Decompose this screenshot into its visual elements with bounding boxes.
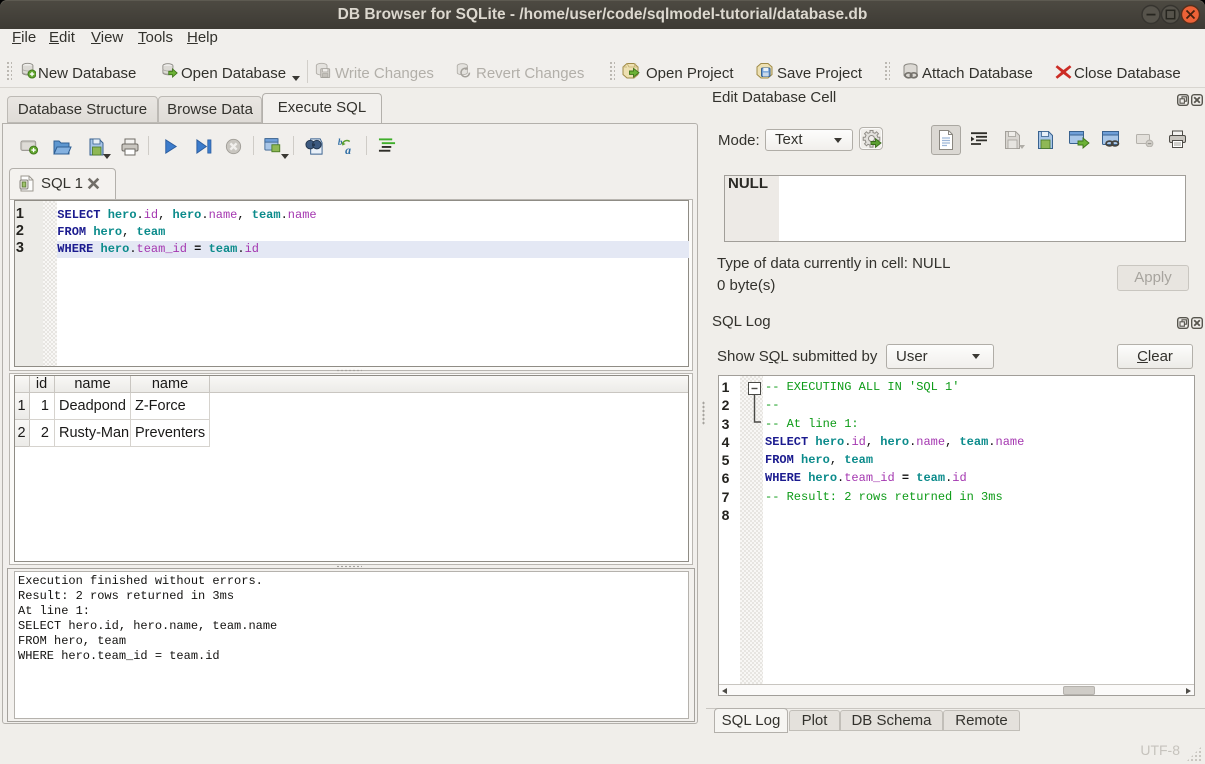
svg-text:a: a	[345, 143, 351, 157]
svg-text:b: b	[338, 137, 343, 147]
